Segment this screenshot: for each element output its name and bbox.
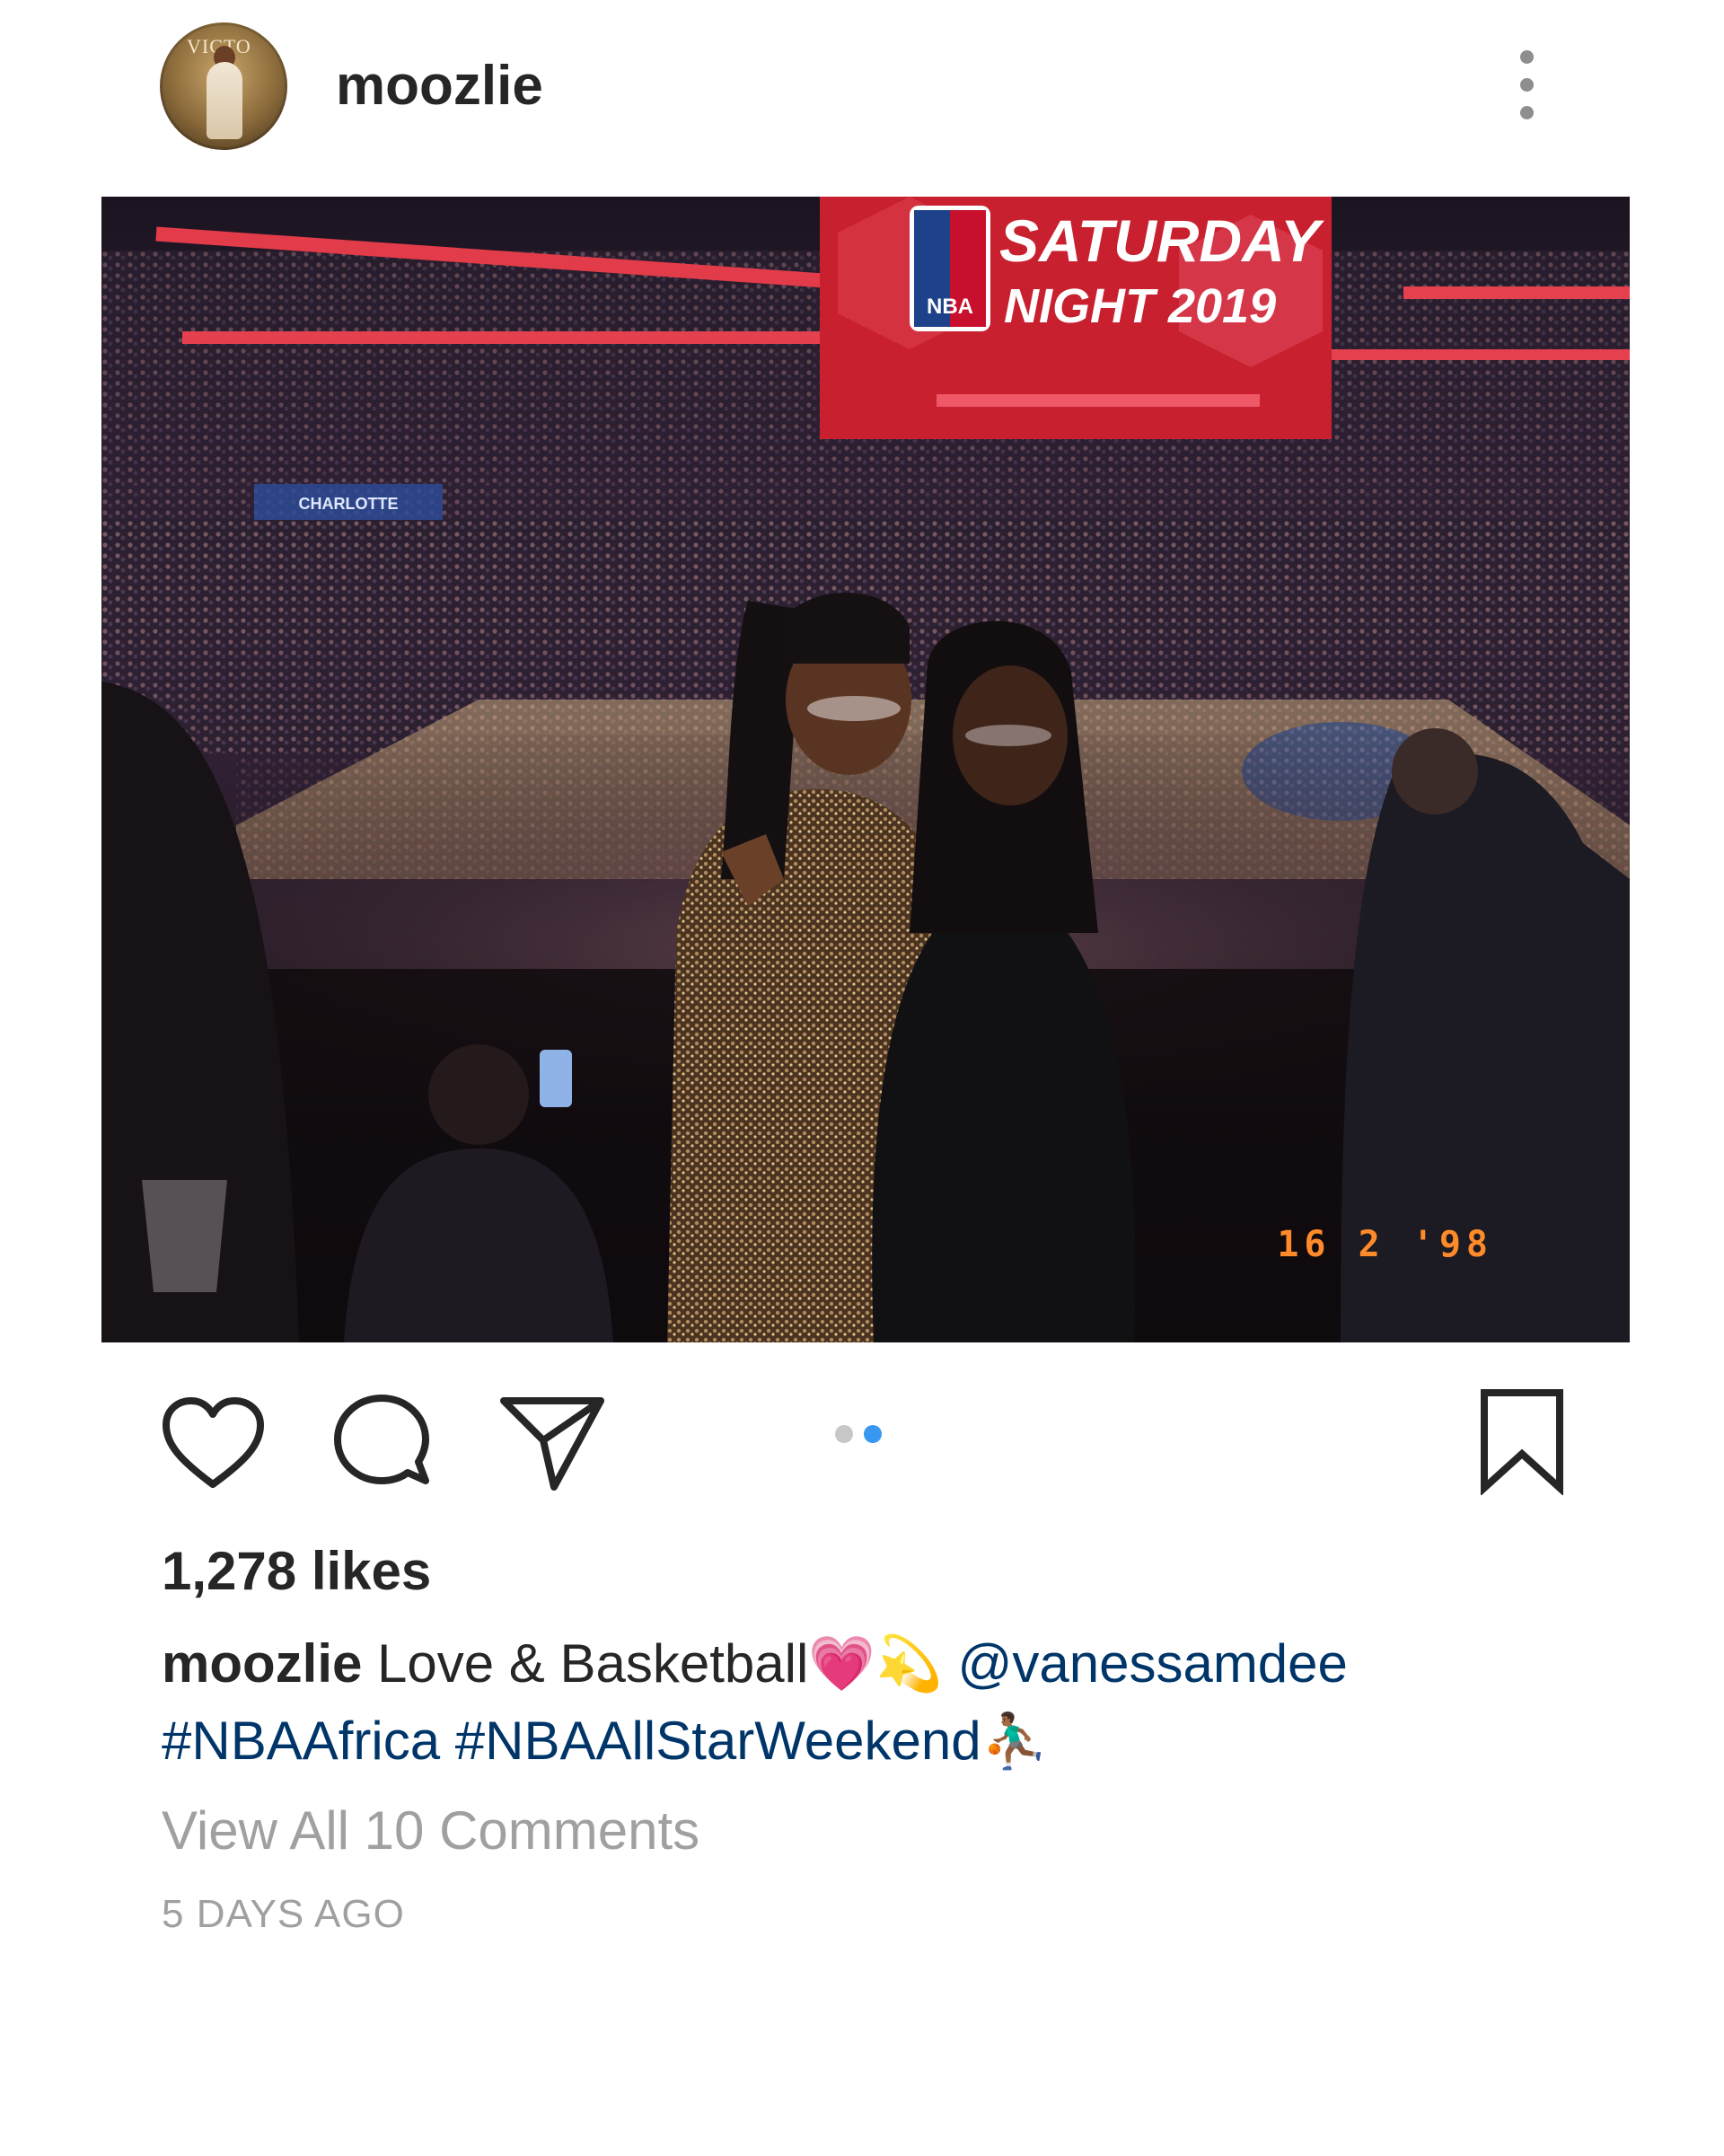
view-comments-link[interactable]: View All 10 Comments [162,1800,699,1862]
heart-icon[interactable] [162,1396,265,1491]
caption-emoji-basketball: ⛹🏾 [981,1711,1049,1771]
bookmark-icon[interactable] [1477,1387,1567,1497]
caption-mention[interactable]: @vanessamdee [957,1633,1347,1694]
more-dot [1519,50,1534,64]
plastic-cup [142,1180,227,1292]
more-dot [1519,106,1534,119]
caption-hashtag[interactable]: #NBAAllStarWeekend [455,1711,981,1771]
phone-screen [540,1050,572,1107]
caption-emoji-dizzy: 💫 [875,1633,943,1694]
caption-hashtag[interactable]: #NBAAfrica [162,1711,440,1771]
post-username[interactable]: moozlie [336,54,543,119]
woman-glasses [807,696,901,721]
svg-text:SATURDAY: SATURDAY [999,207,1324,274]
more-vertical-icon[interactable] [1508,50,1544,131]
more-dot [1519,78,1534,92]
post-timestamp: 5 DAYS AGO [162,1892,405,1936]
post-photo[interactable]: NBA SATURDAY NIGHT 2019 CHARLOTTE 16 2 '… [101,197,1630,1342]
carousel-indicator [835,1425,898,1448]
ribbon-board-right [1403,286,1630,299]
paper-plane-icon[interactable] [498,1394,606,1492]
woman2-glasses [965,725,1051,746]
svg-text:NBA: NBA [927,295,973,319]
ribbon-board-right-lower [1305,349,1630,360]
caption-emoji-heart: 💗 [808,1633,876,1694]
likes-count[interactable]: 1,278 likes [162,1540,431,1603]
post-caption: moozlie Love & Basketball💗💫 @vanessamdee… [162,1625,1634,1780]
svg-text:NIGHT 2019: NIGHT 2019 [1004,279,1276,333]
avatar-figure [207,62,242,139]
right-person-head [1392,728,1478,814]
date-stamp: 16 2 '98 [1277,1224,1493,1265]
scoreboard: NBA SATURDAY NIGHT 2019 [820,197,1332,439]
caption-username[interactable]: moozlie [162,1633,362,1694]
caption-text: Love & Basketball [377,1633,809,1694]
ribbon-board-left-lower [182,331,865,344]
seated-person-head [428,1044,529,1145]
comment-icon[interactable] [332,1394,431,1492]
carousel-dot-active [864,1425,882,1443]
photo-illustration: NBA SATURDAY NIGHT 2019 CHARLOTTE 16 2 '… [101,197,1630,1342]
carousel-dot-inactive [835,1425,853,1443]
profile-avatar[interactable]: VICTO [160,22,287,150]
svg-text:CHARLOTTE: CHARLOTTE [299,495,399,513]
